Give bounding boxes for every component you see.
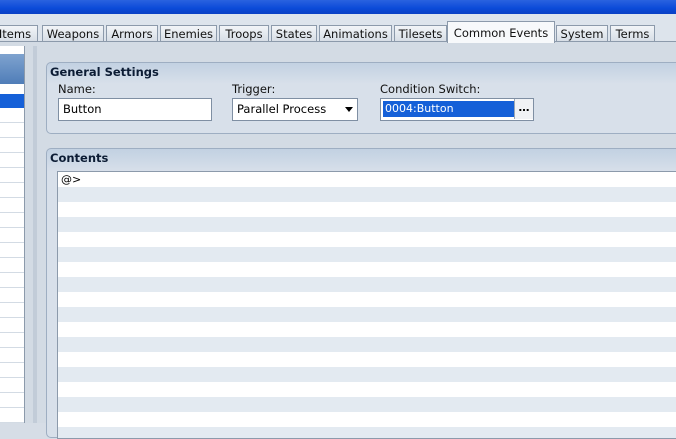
- list-item[interactable]: [0, 153, 24, 168]
- list-item[interactable]: [0, 393, 24, 408]
- list-item: [58, 337, 676, 352]
- tab-weapons[interactable]: Weapons: [42, 25, 104, 41]
- list-item: [58, 247, 676, 262]
- list-item[interactable]: [0, 333, 24, 348]
- list-item[interactable]: [0, 363, 24, 378]
- tab-tilesets[interactable]: Tilesets: [394, 25, 447, 41]
- condition-switch-field[interactable]: 0004:Button …: [380, 98, 534, 121]
- tab-enemies[interactable]: Enemies: [160, 25, 217, 41]
- tab-terms[interactable]: Terms: [610, 25, 655, 41]
- list-item: [58, 412, 676, 427]
- condition-switch-label: Condition Switch:: [380, 82, 481, 96]
- list-item[interactable]: [0, 303, 24, 318]
- list-item[interactable]: [0, 198, 24, 213]
- list-item[interactable]: [0, 138, 24, 153]
- tab-system[interactable]: System: [556, 25, 608, 41]
- list-item: [58, 307, 676, 322]
- splitter-handle[interactable]: [33, 46, 37, 423]
- event-list-selected-row[interactable]: [0, 94, 24, 108]
- list-item: [58, 292, 676, 307]
- command-text: @>: [61, 173, 82, 186]
- list-item: [58, 232, 676, 247]
- name-label: Name:: [58, 82, 96, 96]
- condition-switch-browse-button[interactable]: …: [514, 99, 533, 119]
- trigger-select-value: Parallel Process: [237, 102, 327, 116]
- list-item: [58, 322, 676, 337]
- list-item: [58, 427, 676, 438]
- list-item: [58, 187, 676, 202]
- list-item: [58, 397, 676, 412]
- list-item[interactable]: [0, 258, 24, 273]
- event-commands-list[interactable]: @>: [57, 171, 676, 439]
- list-item[interactable]: [0, 213, 24, 228]
- list-item[interactable]: [0, 243, 24, 258]
- tab-common-events[interactable]: Common Events: [447, 21, 555, 43]
- event-list[interactable]: [0, 46, 25, 423]
- name-field-value: Button: [63, 102, 102, 116]
- trigger-label: Trigger:: [232, 82, 276, 96]
- event-list-header: [0, 54, 24, 84]
- list-item[interactable]: [0, 183, 24, 198]
- list-item: [58, 382, 676, 397]
- contents-title: Contents: [50, 151, 109, 165]
- list-item[interactable]: [0, 123, 24, 138]
- general-settings-panel: General Settings Name: Button Trigger: P…: [46, 62, 676, 134]
- list-item[interactable]: [0, 108, 24, 123]
- list-item: [58, 352, 676, 367]
- chevron-down-icon: [345, 107, 353, 112]
- general-settings-title: General Settings: [50, 65, 159, 79]
- list-item: [58, 262, 676, 277]
- list-item[interactable]: [0, 273, 24, 288]
- list-item: [58, 367, 676, 382]
- list-item: [58, 217, 676, 232]
- list-item[interactable]: [0, 378, 24, 393]
- tab-items[interactable]: Items: [0, 25, 38, 41]
- contents-panel: Contents @>: [46, 148, 676, 439]
- window-title-bar: [0, 0, 676, 14]
- list-item[interactable]: [0, 408, 24, 423]
- list-item[interactable]: [0, 168, 24, 183]
- list-item[interactable]: [0, 288, 24, 303]
- name-field[interactable]: Button: [58, 98, 212, 121]
- tab-armors[interactable]: Armors: [106, 25, 158, 41]
- list-item[interactable]: [0, 228, 24, 243]
- list-item: [58, 277, 676, 292]
- list-item[interactable]: [0, 318, 24, 333]
- list-item[interactable]: [0, 348, 24, 363]
- command-line[interactable]: @>: [58, 172, 676, 187]
- tab-animations[interactable]: Animations: [319, 25, 392, 41]
- tab-troops[interactable]: Troops: [219, 25, 269, 41]
- list-item: [58, 202, 676, 217]
- trigger-select[interactable]: Parallel Process: [232, 98, 358, 121]
- tab-states[interactable]: States: [271, 25, 317, 41]
- condition-switch-value: 0004:Button: [383, 101, 514, 117]
